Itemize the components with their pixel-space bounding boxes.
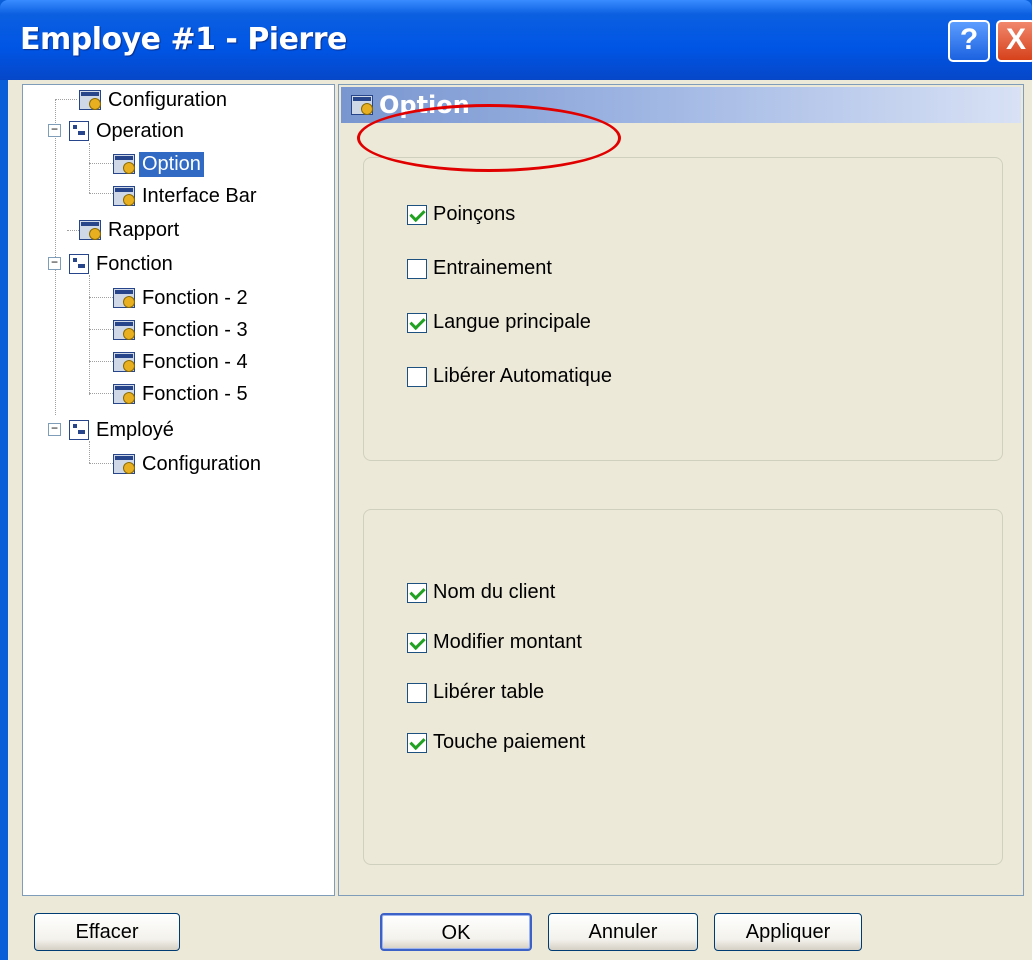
tree-item-label: Configuration (108, 88, 227, 111)
checkbox-label: Poinçons (433, 203, 516, 225)
checkbox-unchecked-icon[interactable] (407, 682, 427, 703)
tree-item-label: Rapport (108, 218, 180, 241)
tree-item-configuration[interactable]: Configuration (79, 85, 230, 115)
tree-line (67, 230, 79, 231)
tree-folder-icon (69, 121, 89, 141)
tree-item-label: Fonction - 4 (142, 350, 248, 373)
checkbox-label: Nom du client (433, 581, 556, 603)
tree-line (89, 393, 113, 394)
tree-folder-icon (69, 254, 89, 274)
annotation-highlight-ring (357, 104, 621, 172)
tree-line (89, 193, 113, 194)
effacer-button[interactable]: Effacer (34, 913, 180, 951)
tree-line (89, 163, 113, 164)
gear-page-icon (113, 288, 135, 308)
checkbox-unchecked-icon[interactable] (407, 258, 427, 279)
tree-line (89, 329, 113, 330)
gear-page-icon (113, 352, 135, 372)
checkbox-label: Touche paiement (433, 731, 586, 753)
help-button[interactable]: ? (948, 20, 990, 62)
gear-page-icon (113, 454, 135, 474)
checkbox-checked-icon[interactable] (407, 312, 427, 333)
checkbox-nom-du-client[interactable]: Nom du client (407, 581, 555, 604)
tree-item-label: Employé (96, 418, 174, 441)
tree-item-fonction[interactable]: Fonction (69, 249, 176, 279)
navigation-tree: − − − Configuration Operation Option Int… (22, 84, 335, 896)
checkbox-liberer-table[interactable]: Libérer table (407, 681, 544, 704)
tree-item-label: Fonction - 5 (142, 382, 248, 405)
collapse-toggle[interactable]: − (48, 123, 61, 137)
tree-item-employe[interactable]: Employé (69, 415, 177, 445)
checkbox-label: Libérer table (433, 681, 545, 703)
close-button[interactable]: X (996, 20, 1032, 62)
checkbox-liberer-automatique[interactable]: Libérer Automatique (407, 365, 612, 388)
checkbox-touche-paiement[interactable]: Touche paiement (407, 731, 585, 754)
collapse-toggle[interactable]: − (48, 256, 61, 270)
tree-line (89, 275, 90, 395)
tree-item-operation[interactable]: Operation (69, 116, 187, 146)
window-title: Employe #1 - Pierre (20, 22, 347, 57)
checkbox-label: Libérer Automatique (433, 365, 613, 387)
tree-line (55, 99, 77, 100)
dialog-window: Employe #1 - Pierre ? X − − − Configurat… (0, 0, 1032, 960)
option-panel: Option Poinçons Entrainement Langue prin… (338, 84, 1024, 896)
title-bar[interactable]: Employe #1 - Pierre ? X (0, 0, 1032, 80)
tree-item-fonction-4[interactable]: Fonction - 4 (113, 347, 251, 377)
gear-page-icon (79, 220, 101, 240)
tree-line (89, 143, 90, 193)
tree-item-option[interactable]: Option (113, 149, 204, 179)
checkbox-checked-icon[interactable] (407, 204, 427, 225)
gear-page-icon (113, 154, 135, 174)
checkbox-langue-principale[interactable]: Langue principale (407, 311, 591, 334)
gear-page-icon (113, 384, 135, 404)
tree-item-label: Fonction - 2 (142, 286, 248, 309)
gear-page-icon (351, 95, 373, 115)
tree-item-label: Fonction (96, 252, 173, 275)
checkbox-label: Langue principale (433, 311, 591, 333)
tree-item-label: Configuration (142, 452, 261, 475)
collapse-toggle[interactable]: − (48, 422, 61, 436)
checkbox-modifier-montant[interactable]: Modifier montant (407, 631, 582, 654)
checkbox-checked-icon[interactable] (407, 732, 427, 753)
tree-item-fonction-3[interactable]: Fonction - 3 (113, 315, 251, 345)
tree-item-fonction-2[interactable]: Fonction - 2 (113, 283, 251, 313)
tree-item-rapport[interactable]: Rapport (79, 215, 182, 245)
tree-item-label: Interface Bar (142, 184, 257, 207)
tree-line (89, 361, 113, 362)
tree-item-label: Option (139, 151, 204, 177)
checkbox-poincons[interactable]: Poinçons (407, 203, 515, 226)
tree-folder-icon (69, 420, 89, 440)
tree-item-fonction-5[interactable]: Fonction - 5 (113, 379, 251, 409)
gear-page-icon (79, 90, 101, 110)
checkbox-checked-icon[interactable] (407, 632, 427, 653)
tree-line (89, 297, 113, 298)
dialog-body: − − − Configuration Operation Option Int… (8, 80, 1032, 960)
ok-button[interactable]: OK (380, 913, 532, 951)
tree-item-label: Operation (96, 119, 184, 142)
tree-item-interface-bar[interactable]: Interface Bar (113, 181, 260, 211)
checkbox-unchecked-icon[interactable] (407, 366, 427, 387)
checkbox-entrainement[interactable]: Entrainement (407, 257, 552, 280)
tree-item-employe-configuration[interactable]: Configuration (113, 449, 264, 479)
checkbox-label: Modifier montant (433, 631, 582, 653)
tree-item-label: Fonction - 3 (142, 318, 248, 341)
checkbox-checked-icon[interactable] (407, 582, 427, 603)
checkbox-label: Entrainement (433, 257, 552, 279)
appliquer-button[interactable]: Appliquer (714, 913, 862, 951)
gear-page-icon (113, 320, 135, 340)
tree-line (89, 463, 113, 464)
annuler-button[interactable]: Annuler (548, 913, 698, 951)
gear-page-icon (113, 186, 135, 206)
